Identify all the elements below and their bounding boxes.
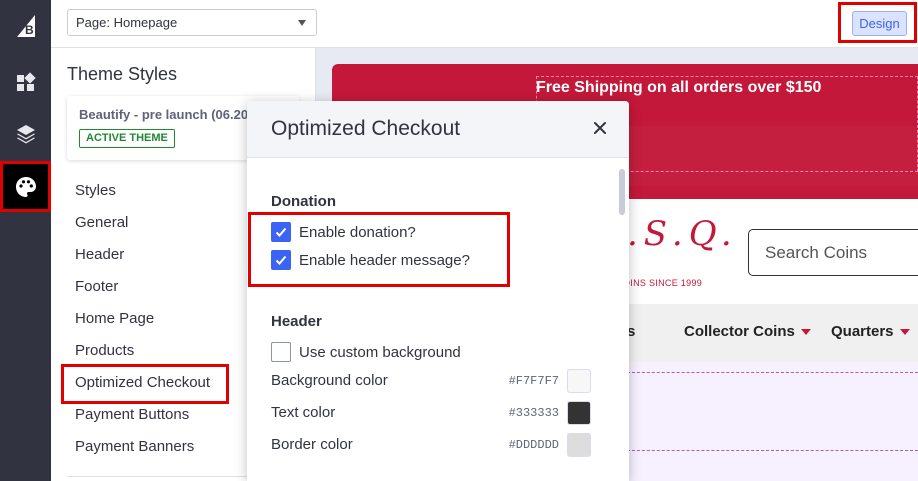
scrollbar-thumb[interactable] [619,169,625,215]
panel-header: Optimized Checkout [247,101,629,158]
design-button-highlight: Design [838,2,917,43]
store-logo-tagline: OINS SINCE 1999 [623,278,703,288]
enable-donation-label: Enable donation? [299,223,416,241]
chevron-down-icon [298,20,306,26]
enable-header-message-checkbox[interactable] [271,250,291,270]
store-logo[interactable]: .S.Q. [627,214,738,254]
store-nav-label: Collector Coins [684,323,795,340]
active-theme-badge: ACTIVE THEME [79,129,175,148]
use-custom-background-checkbox[interactable] [271,342,291,362]
sidebar-item-general[interactable]: General [75,214,128,231]
sidebar-item-optimized-checkout[interactable]: Optimized Checkout [75,374,210,391]
panel-title: Optimized Checkout [271,117,461,140]
sidebar-item-home-page[interactable]: Home Page [75,310,154,327]
background-color-row: Background color #F7F7F7 [271,369,591,393]
top-bar: Page: Homepage Design [51,0,918,48]
header-heading: Header [271,313,322,330]
background-color-hex: #F7F7F7 [508,374,559,388]
layers-icon[interactable] [0,108,51,159]
border-color-swatch[interactable] [567,433,591,457]
store-search-input[interactable]: Search Coins [748,229,918,276]
store-nav-label: Quarters [831,323,894,340]
page-select-value: Page: Homepage [76,15,178,30]
caret-down-icon [800,329,811,336]
free-shipping-text: Free Shipping on all orders over $150 [536,79,822,96]
theme-name: Beautify - pre launch (06.20) [79,107,253,122]
use-custom-background-option[interactable]: Use custom background [271,342,461,362]
text-color-hex: #333333 [508,406,559,420]
text-color-row: Text color #333333 [271,401,591,425]
border-color-label: Border color [271,436,353,453]
text-color-swatch[interactable] [567,401,591,425]
palette-icon[interactable] [0,161,51,212]
enable-donation-option[interactable]: Enable donation? [271,222,416,242]
sidebar-item-payment-banners[interactable]: Payment Banners [75,438,194,455]
store-nav-quarters[interactable]: Quarters [831,323,910,340]
background-color-label: Background color [271,372,388,389]
svg-text:B: B [25,23,34,37]
sidebar-item-products[interactable]: Products [75,342,134,359]
bigcommerce-logo-icon[interactable]: B [0,0,51,51]
border-color-hex: #DDDDDD [508,438,559,452]
enable-header-message-option[interactable]: Enable header message? [271,250,470,270]
page-select[interactable]: Page: Homepage [67,9,317,36]
design-button[interactable]: Design [852,11,907,36]
region-outline [622,372,918,373]
donation-heading: Donation [271,193,336,210]
icon-rail: B [0,0,51,481]
caret-down-icon [899,329,910,336]
sidebar-item-payment-buttons[interactable]: Payment Buttons [75,406,189,423]
widgets-icon[interactable] [0,57,51,108]
enable-donation-checkbox[interactable] [271,222,291,242]
background-color-swatch[interactable] [567,369,591,393]
use-custom-background-label: Use custom background [299,343,461,361]
sidebar-title: Theme Styles [67,64,178,84]
close-icon[interactable] [591,119,609,137]
border-color-row: Border color #DDDDDD [271,433,591,457]
sidebar-item-header[interactable]: Header [75,246,124,263]
sidebar-item-footer[interactable]: Footer [75,278,118,295]
sidebar-item-styles[interactable]: Styles [75,182,116,199]
optimized-checkout-panel: Optimized Checkout Donation Enable donat… [247,101,629,481]
text-color-label: Text color [271,404,336,421]
region-outline [622,450,918,451]
enable-header-message-label: Enable header message? [299,251,470,269]
page-builder-app: B Page: Homepage Design Theme Styles Bea… [0,0,918,481]
store-nav-collector-coins[interactable]: Collector Coins [684,323,811,340]
